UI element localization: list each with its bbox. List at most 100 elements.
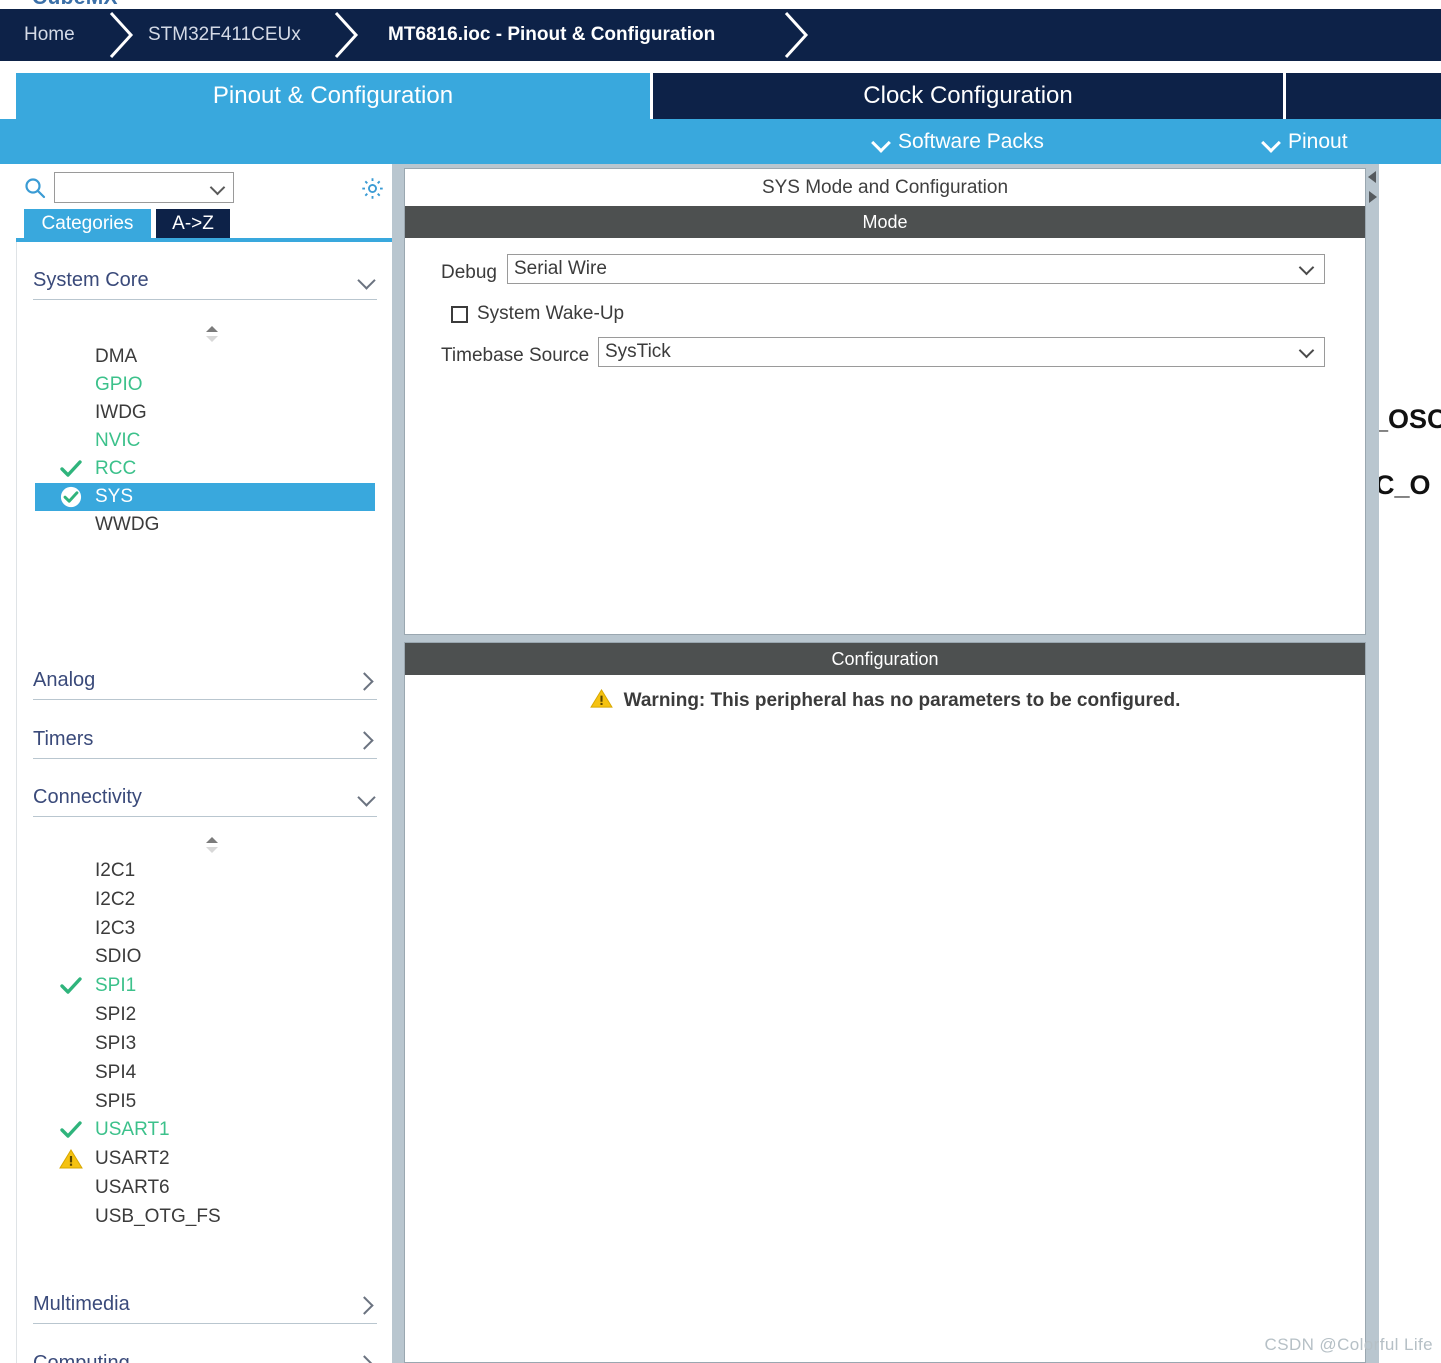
- scroll-spinner-icon[interactable]: [203, 835, 221, 855]
- app-logo-text: CubeMX: [32, 0, 118, 9]
- category-timers[interactable]: Timers: [33, 721, 377, 759]
- category-multimedia[interactable]: Multimedia: [33, 1286, 377, 1324]
- pin-label[interactable]: _OSC: [1379, 404, 1441, 435]
- panel-splitter[interactable]: [1366, 164, 1379, 1363]
- warning-triangle-icon: [59, 1148, 83, 1170]
- mode-section-header: Mode: [405, 206, 1365, 238]
- breadcrumb-chevron-icon: [105, 9, 143, 61]
- peripheral-label: USART1: [95, 1119, 170, 1140]
- peripheral-i2c1[interactable]: I2C1: [35, 857, 375, 885]
- chevron-right-icon: [357, 730, 377, 750]
- peripheral-label: USART2: [95, 1148, 170, 1169]
- gear-icon[interactable]: [360, 176, 385, 201]
- chevron-down-icon: [873, 134, 889, 150]
- tab-clock-configuration[interactable]: Clock Configuration: [653, 73, 1283, 119]
- peripheral-label: GPIO: [95, 374, 143, 395]
- timebase-source-select[interactable]: SysTick: [598, 337, 1325, 367]
- peripheral-label: SPI4: [95, 1062, 137, 1083]
- system-wakeup-checkbox[interactable]: [451, 305, 468, 323]
- warning-text: Warning: This peripheral has no paramete…: [623, 690, 1181, 711]
- category-computing[interactable]: Computing: [33, 1345, 377, 1363]
- peripheral-label: DMA: [95, 346, 138, 367]
- system-wakeup-row[interactable]: System Wake-Up: [451, 303, 624, 325]
- chevron-right-icon: [357, 1354, 377, 1363]
- configuration-section-header: Configuration: [405, 643, 1365, 675]
- peripheral-wwdg[interactable]: WWDG: [35, 511, 375, 539]
- breadcrumb-item-home[interactable]: Home: [24, 9, 75, 61]
- peripheral-label: USB_OTG_FS: [95, 1206, 221, 1227]
- breadcrumb-item-current[interactable]: MT6816.ioc - Pinout & Configuration: [388, 9, 715, 61]
- peripheral-label: I2C2: [95, 889, 136, 910]
- peripheral-spi1[interactable]: SPI1: [35, 972, 375, 1000]
- category-label: Connectivity: [33, 786, 142, 808]
- peripheral-usart1[interactable]: USART1: [35, 1116, 375, 1144]
- tab-pinout-configuration[interactable]: Pinout & Configuration: [16, 73, 650, 119]
- collapse-right-icon[interactable]: [1367, 190, 1378, 204]
- collapse-left-icon[interactable]: [1367, 170, 1378, 184]
- peripheral-usart2[interactable]: USART2: [35, 1145, 375, 1173]
- peripheral-tree[interactable]: System Core DMA GPIO IWDG NVIC RCC SYS W…: [16, 242, 392, 1363]
- software-packs-menu[interactable]: Software Packs: [873, 119, 1044, 164]
- timebase-source-value: SysTick: [605, 341, 671, 362]
- search-combobox[interactable]: [54, 172, 234, 204]
- peripheral-spi2[interactable]: SPI2: [35, 1001, 375, 1029]
- peripheral-label: NVIC: [95, 430, 141, 451]
- category-analog[interactable]: Analog: [33, 662, 377, 700]
- category-label: Computing: [33, 1352, 130, 1363]
- peripheral-rcc[interactable]: RCC: [35, 455, 375, 483]
- peripheral-sys[interactable]: SYS: [35, 483, 375, 511]
- peripheral-label: I2C3: [95, 918, 136, 939]
- cubemx-window: CubeMX Home STM32F411CEUx MT6816.ioc - P…: [0, 0, 1441, 1363]
- tab-next[interactable]: [1286, 73, 1441, 119]
- pin-label[interactable]: SC_O: [1379, 470, 1431, 501]
- peripheral-spi3[interactable]: SPI3: [35, 1030, 375, 1058]
- peripheral-dma[interactable]: DMA: [35, 343, 375, 371]
- timebase-source-label: Timebase Source: [441, 345, 590, 366]
- workspace: Categories A->Z System Core DMA GPIO IWD…: [0, 164, 1441, 1363]
- peripheral-i2c2[interactable]: I2C2: [35, 886, 375, 914]
- chevron-down-icon: [1297, 258, 1319, 280]
- peripheral-label: I2C1: [95, 860, 136, 881]
- tab-categories[interactable]: Categories: [24, 209, 151, 239]
- pinout-menu[interactable]: Pinout: [1263, 119, 1348, 164]
- chevron-down-icon: [357, 788, 377, 808]
- peripheral-label: RCC: [95, 458, 137, 479]
- peripheral-iwdg[interactable]: IWDG: [35, 399, 375, 427]
- peripheral-label: SYS: [95, 486, 134, 507]
- peripheral-label: SPI5: [95, 1091, 137, 1112]
- peripheral-spi4[interactable]: SPI4: [35, 1059, 375, 1087]
- mode-panel: SYS Mode and Configuration Mode Debug Se…: [404, 168, 1366, 635]
- warning-triangle-icon: [589, 688, 613, 714]
- category-system-core[interactable]: System Core: [33, 262, 377, 300]
- check-icon: [59, 458, 83, 480]
- tab-a-to-z[interactable]: A->Z: [156, 209, 230, 239]
- search-input[interactable]: [59, 173, 211, 204]
- breadcrumb-chevron-icon: [780, 9, 818, 61]
- peripheral-spi5[interactable]: SPI5: [35, 1088, 375, 1116]
- peripheral-usart6[interactable]: USART6: [35, 1174, 375, 1202]
- app-logo-strip: CubeMX: [0, 0, 1441, 9]
- chevron-down-icon[interactable]: [211, 182, 225, 196]
- pinout-label: Pinout: [1288, 129, 1348, 153]
- configuration-column: SYS Mode and Configuration Mode Debug Se…: [404, 164, 1366, 1363]
- category-connectivity[interactable]: Connectivity: [33, 779, 377, 817]
- main-tab-row: Pinout & Configuration Clock Configurati…: [0, 61, 1441, 119]
- sidebar-search-row: [0, 168, 392, 208]
- peripheral-nvic[interactable]: NVIC: [35, 427, 375, 455]
- chevron-down-icon: [357, 271, 377, 291]
- debug-select[interactable]: Serial Wire: [507, 254, 1325, 284]
- chip-pinout-view[interactable]: _OSC SC_O: [1379, 164, 1441, 1363]
- peripheral-i2c3[interactable]: I2C3: [35, 915, 375, 943]
- check-icon: [59, 1119, 83, 1141]
- search-icon: [24, 177, 46, 199]
- category-label: Multimedia: [33, 1293, 130, 1315]
- breadcrumb-item-mcu[interactable]: STM32F411CEUx: [148, 9, 301, 61]
- category-label: Timers: [33, 728, 94, 750]
- peripheral-gpio[interactable]: GPIO: [35, 371, 375, 399]
- category-label: Analog: [33, 669, 96, 691]
- peripheral-usb-otg-fs[interactable]: USB_OTG_FS: [35, 1203, 375, 1231]
- peripheral-sdio[interactable]: SDIO: [35, 943, 375, 971]
- scroll-spinner-icon[interactable]: [203, 324, 221, 344]
- no-parameters-warning: Warning: This peripheral has no paramete…: [405, 688, 1365, 714]
- breadcrumb-chevron-icon: [330, 9, 368, 61]
